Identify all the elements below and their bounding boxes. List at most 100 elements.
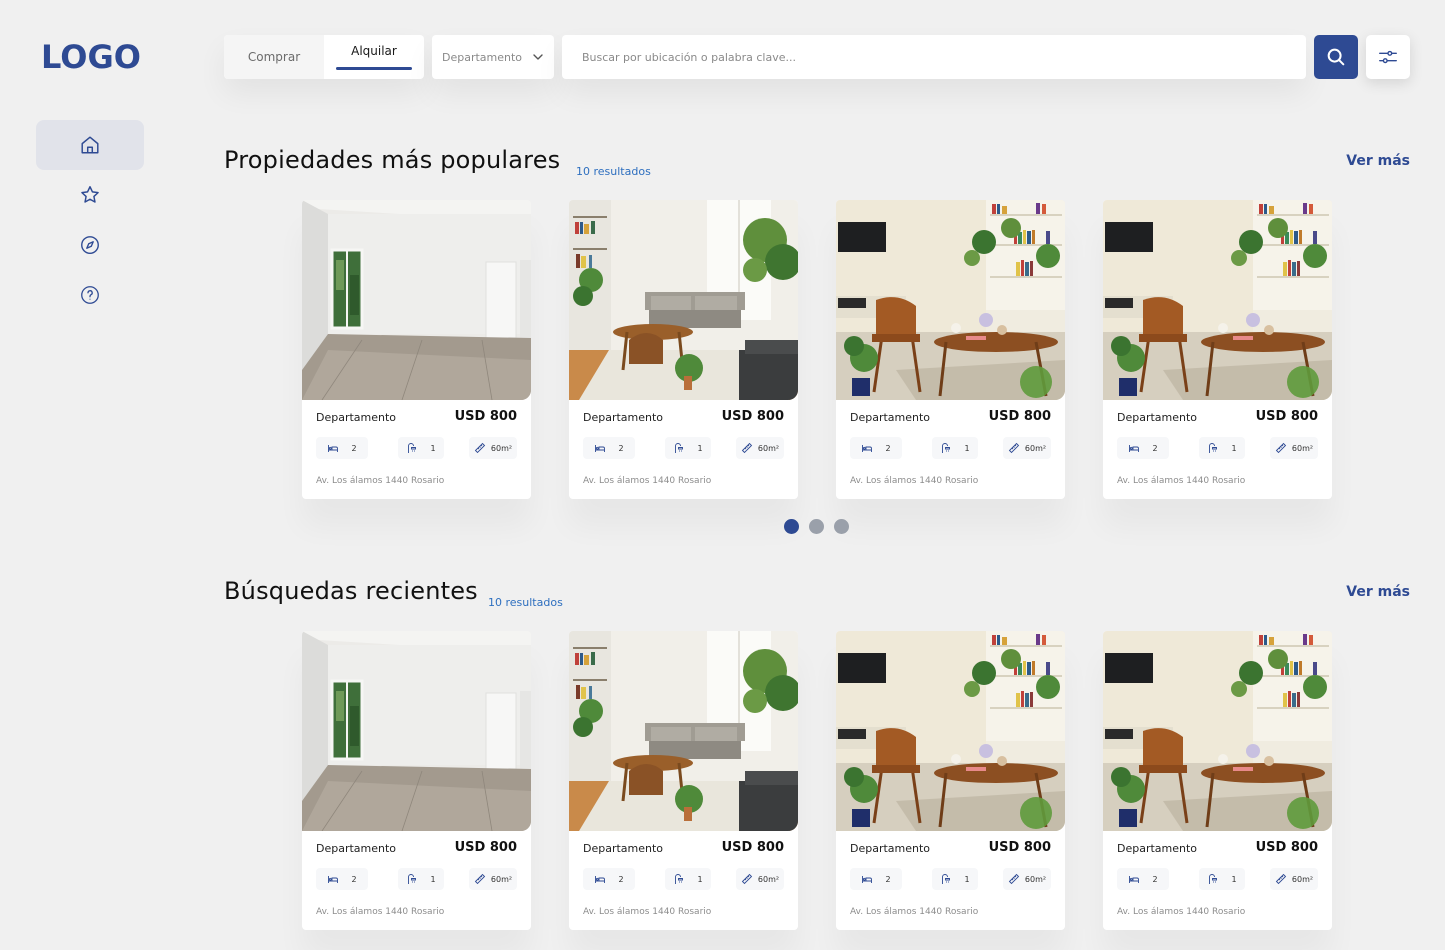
property-card[interactable]: Departamento USD 800 2 1 60m² Av. Los ál… (569, 200, 798, 499)
property-price: USD 800 (721, 409, 784, 424)
property-price: USD 800 (988, 409, 1051, 424)
star-icon (81, 186, 99, 203)
search-placeholder: Buscar por ubicación o palabra clave... (582, 50, 796, 64)
bed-icon (862, 876, 873, 883)
carousel-dot-1[interactable] (784, 519, 799, 534)
property-photo-dining-room (1103, 631, 1332, 831)
property-card[interactable]: Departamento USD 800 2 1 60m² Av. Los ál… (836, 631, 1065, 930)
bathrooms-count: 1 (430, 874, 436, 884)
property-address: Av. Los álamos 1440 Rosario (1117, 476, 1246, 486)
bedrooms-count: 2 (618, 874, 624, 884)
sidebar-item-favorites[interactable] (36, 170, 144, 220)
sidebar-item-home[interactable] (36, 120, 144, 170)
property-card[interactable]: Departamento USD 800 2 1 60m² Av. Los ál… (1103, 631, 1332, 930)
area-badge: 60m² (1003, 868, 1051, 890)
app: LOGO Comprar Alquilar Departamento Busca… (0, 0, 1445, 950)
property-address: Av. Los álamos 1440 Rosario (316, 907, 445, 917)
tab-comprar[interactable]: Comprar (224, 35, 324, 79)
ruler-icon (474, 873, 486, 885)
property-card[interactable]: Departamento USD 800 2 1 60m² Av. Los ál… (569, 631, 798, 930)
home-icon (81, 136, 99, 154)
property-photo-dining-room (836, 200, 1065, 400)
area-badge: 60m² (1003, 437, 1051, 459)
sidebar-item-explore[interactable] (36, 220, 144, 270)
shower-icon (408, 443, 417, 453)
shower-icon (1209, 874, 1218, 884)
search-input[interactable]: Buscar por ubicación o palabra clave... (562, 35, 1306, 79)
property-photo-living-room (569, 200, 798, 400)
filters-button[interactable] (1366, 35, 1410, 79)
tab-comprar-label: Comprar (247, 50, 301, 64)
section-popular-title: Propiedades más populares (224, 146, 561, 174)
bedrooms-badge: 2 (316, 437, 368, 459)
property-type: Departamento (1117, 842, 1198, 855)
property-price: USD 800 (721, 840, 784, 855)
bed-icon (595, 445, 606, 452)
property-type-select[interactable]: Departamento (432, 35, 554, 79)
bathrooms-count: 1 (964, 874, 970, 884)
tab-alquilar[interactable]: Alquilar (324, 35, 424, 79)
sliders-icon (1379, 50, 1397, 64)
shower-icon (1209, 443, 1218, 453)
property-card[interactable]: Departamento USD 800 2 1 60m² Av. Los ál… (302, 200, 531, 499)
bathrooms-count: 1 (964, 443, 970, 453)
property-price: USD 800 (1255, 840, 1318, 855)
property-photo-dining-room (1103, 200, 1332, 400)
area-badge: 60m² (736, 437, 784, 459)
property-type: Departamento (316, 842, 397, 855)
search-button[interactable] (1314, 35, 1358, 79)
section-recent-results: 10 resultados (488, 596, 563, 609)
property-type: Departamento (1117, 411, 1198, 424)
bedrooms-count: 2 (885, 443, 891, 453)
bedrooms-badge: 2 (1117, 437, 1169, 459)
property-type: Departamento (850, 411, 931, 424)
carousel-dot-2[interactable] (809, 519, 824, 534)
sidebar-item-help[interactable] (36, 270, 144, 320)
bathrooms-count: 1 (697, 874, 703, 884)
search-icon (1327, 48, 1345, 66)
shower-icon (675, 443, 684, 453)
section-recent-title: Búsquedas recientes (224, 577, 478, 605)
bedrooms-badge: 2 (850, 868, 902, 890)
bathrooms-badge: 1 (1199, 437, 1245, 459)
area-badge: 60m² (469, 868, 517, 890)
bathrooms-badge: 1 (398, 868, 444, 890)
area-value: 60m² (757, 443, 780, 453)
bedrooms-count: 2 (1152, 443, 1158, 453)
area-badge: 60m² (736, 868, 784, 890)
logo[interactable]: LOGO (41, 38, 141, 76)
ruler-icon (1008, 442, 1020, 454)
area-value: 60m² (490, 443, 513, 453)
ruler-icon (741, 873, 753, 885)
tab-alquilar-label: Alquilar (351, 44, 397, 58)
section-popular-ver-mas-link[interactable]: Ver más (1346, 153, 1410, 169)
bathrooms-badge: 1 (932, 437, 978, 459)
bedrooms-count: 2 (885, 874, 891, 884)
bed-icon (1129, 445, 1140, 452)
ruler-icon (1275, 442, 1287, 454)
area-value: 60m² (1024, 874, 1047, 884)
property-card[interactable]: Departamento USD 800 2 1 60m² Av. Los ál… (302, 631, 531, 930)
property-photo-living-room (569, 631, 798, 831)
chevron-down-icon (533, 54, 543, 60)
property-type: Departamento (583, 411, 664, 424)
property-photo-dining-room (836, 631, 1065, 831)
property-address: Av. Los álamos 1440 Rosario (1117, 907, 1246, 917)
property-address: Av. Los álamos 1440 Rosario (583, 476, 712, 486)
property-photo-empty-room (302, 631, 531, 831)
bathrooms-badge: 1 (1199, 868, 1245, 890)
ruler-icon (474, 442, 486, 454)
property-type-value: Departamento (442, 50, 523, 64)
property-card[interactable]: Departamento USD 800 2 1 60m² Av. Los ál… (836, 200, 1065, 499)
bed-icon (1129, 876, 1140, 883)
shower-icon (675, 874, 684, 884)
bed-icon (595, 876, 606, 883)
bed-icon (328, 876, 339, 883)
bedrooms-badge: 2 (1117, 868, 1169, 890)
property-card[interactable]: Departamento USD 800 2 1 60m² Av. Los ál… (1103, 200, 1332, 499)
property-price: USD 800 (988, 840, 1051, 855)
section-recent-ver-mas-link[interactable]: Ver más (1346, 584, 1410, 600)
area-badge: 60m² (1270, 868, 1318, 890)
carousel-dot-3[interactable] (834, 519, 849, 534)
bed-icon (862, 445, 873, 452)
